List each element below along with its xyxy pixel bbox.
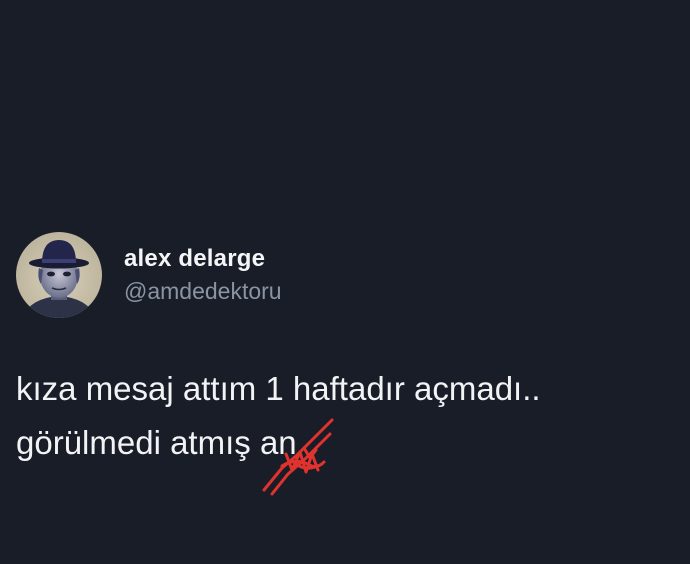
censored-word-text: an — [259, 424, 297, 461]
tweet-text-line-2-prefix: görülmedi atmış — [16, 424, 260, 461]
tweet-screenshot: alex delarge @amdedektoru kıza mesaj att… — [0, 0, 690, 564]
tweet-header: alex delarge @amdedektoru — [16, 232, 282, 318]
tweet-text-line-1: kıza mesaj attım 1 haftadır açmadı.. — [16, 370, 541, 407]
tweet-text-line-2: görülmedi atmış an — [16, 416, 676, 496]
author-names: alex delarge @amdedektoru — [124, 244, 282, 306]
user-handle[interactable]: @amdedektoru — [124, 276, 282, 306]
censored-word: an — [259, 416, 334, 496]
avatar[interactable] — [16, 232, 102, 318]
display-name[interactable]: alex delarge — [124, 244, 282, 274]
avatar-image — [16, 232, 102, 318]
tweet-text: kıza mesaj attım 1 haftadır açmadı.. gör… — [16, 362, 676, 496]
